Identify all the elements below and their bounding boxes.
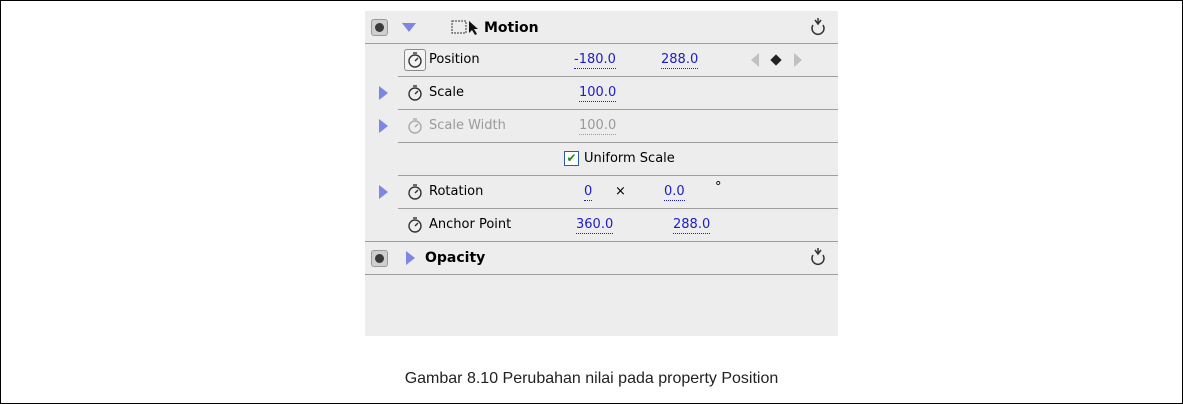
scale-width-row: Scale Width 100.0 xyxy=(365,110,838,142)
anchor-point-row: Anchor Point 360.0 288.0 xyxy=(365,209,838,241)
effect-controls-panel: Motion Position -180.0 288.0 Scale 100.0… xyxy=(365,11,838,336)
rotation-label: Rotation xyxy=(429,184,484,199)
scale-width-value: 100.0 xyxy=(579,118,617,135)
position-row: Position -180.0 288.0 xyxy=(365,44,838,76)
anchor-point-x-value[interactable]: 360.0 xyxy=(576,217,614,234)
rotation-row: Rotation 0 × 0.0 ° xyxy=(365,176,838,208)
stopwatch-icon[interactable] xyxy=(406,83,424,103)
stopwatch-icon xyxy=(408,118,422,134)
reset-icon[interactable] xyxy=(809,17,827,37)
triangle-right-icon[interactable] xyxy=(379,185,388,199)
scale-value[interactable]: 100.0 xyxy=(579,85,617,102)
position-x-value[interactable]: -180.0 xyxy=(574,52,616,69)
rotation-turns-value[interactable]: 0 xyxy=(584,184,593,201)
reset-icon[interactable] xyxy=(809,247,827,267)
scale-width-label: Scale Width xyxy=(429,118,506,133)
motion-header[interactable]: Motion xyxy=(365,11,838,43)
anchor-point-y-value[interactable]: 288.0 xyxy=(673,217,711,234)
keyframe-prev-icon[interactable] xyxy=(751,53,759,67)
motion-icon xyxy=(451,20,478,35)
uniform-scale-checkbox[interactable]: ✔ xyxy=(564,151,579,166)
rotation-times-sign: × xyxy=(615,184,626,199)
motion-title: Motion xyxy=(484,20,539,36)
position-y-value[interactable]: 288.0 xyxy=(661,52,699,69)
figure-caption: Gambar 8.10 Perubahan nilai pada propert… xyxy=(404,370,779,387)
position-label: Position xyxy=(429,52,480,67)
rotation-degrees-value[interactable]: 0.0 xyxy=(664,184,685,201)
keyframe-add-icon[interactable] xyxy=(770,54,782,66)
scale-label: Scale xyxy=(429,85,464,100)
uniform-scale-row: ✔ Uniform Scale xyxy=(365,143,838,175)
opacity-header[interactable]: Opacity xyxy=(365,242,838,274)
anchor-point-label: Anchor Point xyxy=(429,217,512,232)
scale-row: Scale 100.0 xyxy=(365,77,838,109)
uniform-scale-label: Uniform Scale xyxy=(584,151,675,166)
stopwatch-icon[interactable] xyxy=(404,49,426,71)
triangle-right-icon[interactable] xyxy=(406,251,415,265)
triangle-down-icon[interactable] xyxy=(402,23,416,32)
eye-toggle-icon[interactable] xyxy=(371,250,388,267)
keyframe-next-icon[interactable] xyxy=(794,53,802,67)
stopwatch-icon[interactable] xyxy=(406,215,424,235)
stopwatch-icon[interactable] xyxy=(406,182,424,202)
triangle-right-icon[interactable] xyxy=(379,86,388,100)
eye-toggle-icon[interactable] xyxy=(371,19,388,36)
opacity-title: Opacity xyxy=(425,250,486,266)
rotation-degree-symbol: ° xyxy=(715,180,722,195)
triangle-right-icon[interactable] xyxy=(379,119,388,133)
